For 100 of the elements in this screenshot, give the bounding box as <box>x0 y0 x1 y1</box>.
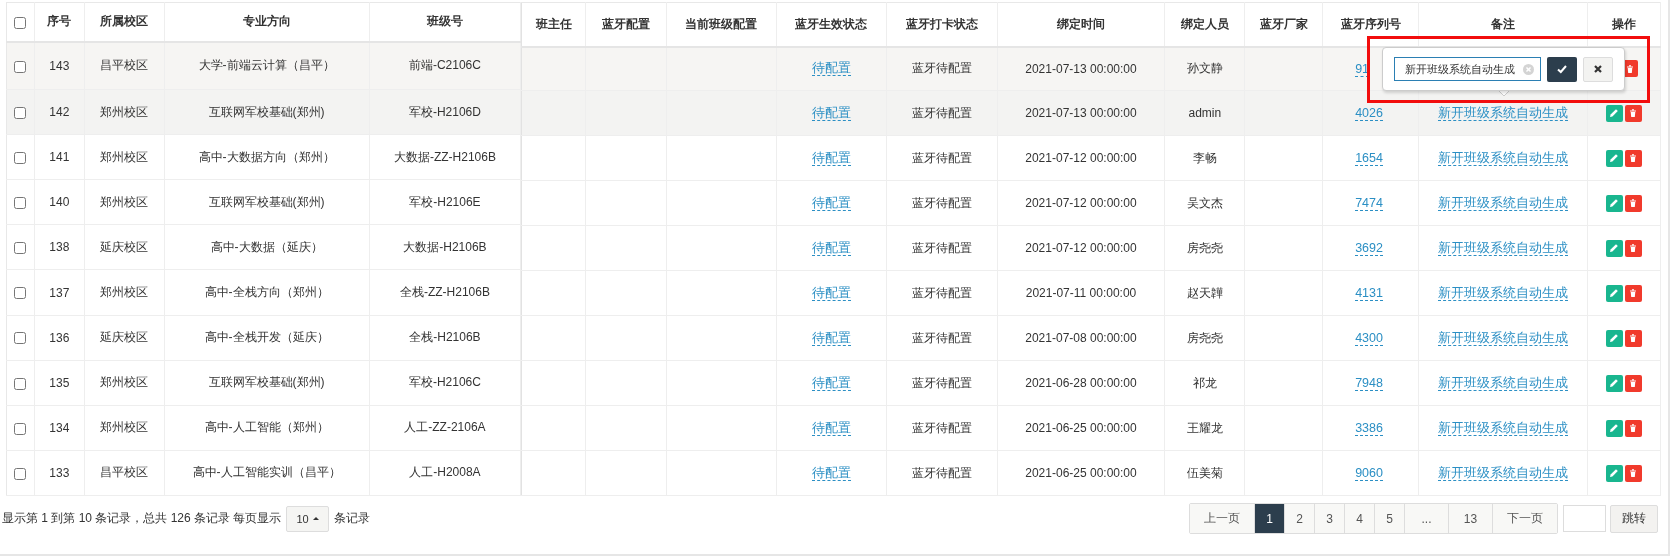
table-cell: 2021-07-13 00:00:00 <box>997 46 1165 91</box>
page-size-dropdown[interactable]: 10 <box>286 505 329 532</box>
edit-button[interactable] <box>1606 239 1623 257</box>
serial-link[interactable]: 3386 <box>1355 421 1383 436</box>
serial-link[interactable]: 4131 <box>1355 286 1383 301</box>
edit-button[interactable] <box>1606 464 1623 482</box>
page-number-field[interactable] <box>1563 505 1606 532</box>
page-button[interactable]: 1 <box>1255 504 1285 533</box>
status-link[interactable]: 待配置 <box>811 465 851 481</box>
delete-button[interactable] <box>1625 149 1642 167</box>
row-checkbox[interactable] <box>14 60 27 73</box>
edit-button[interactable] <box>1606 284 1623 302</box>
remark-link[interactable]: 新开班级系统自动生成 <box>1438 150 1568 166</box>
status-link[interactable]: 待配置 <box>811 240 851 256</box>
trash-icon <box>1628 288 1639 298</box>
select-all-checkbox[interactable] <box>14 16 27 29</box>
page-button[interactable]: 3 <box>1315 504 1345 533</box>
serial-link[interactable]: 9060 <box>1355 466 1383 481</box>
status-link[interactable]: 待配置 <box>811 285 851 301</box>
status-link[interactable]: 待配置 <box>811 61 851 77</box>
edit-button[interactable] <box>1606 149 1623 167</box>
pencil-icon <box>1609 333 1620 343</box>
row-checkbox[interactable] <box>14 422 27 435</box>
edit-button[interactable] <box>1606 419 1623 437</box>
page-button[interactable]: 5 <box>1375 504 1405 533</box>
trash-icon <box>1628 378 1639 388</box>
status-link[interactable]: 待配置 <box>811 195 851 211</box>
remark-link[interactable]: 新开班级系统自动生成 <box>1438 240 1568 256</box>
row-checkbox[interactable] <box>14 152 27 165</box>
table-cell: 延庆校区 <box>84 315 165 361</box>
next-page-button[interactable]: 下一页 <box>1493 504 1557 533</box>
pencil-icon <box>1609 108 1620 118</box>
cancel-button[interactable] <box>1583 56 1613 82</box>
trash-icon <box>1628 333 1639 343</box>
column-header: 当前班级配置 <box>666 2 777 47</box>
remark-link[interactable]: 新开班级系统自动生成 <box>1438 330 1568 346</box>
row-checkbox[interactable] <box>14 242 27 255</box>
previous-page-button[interactable]: 上一页 <box>1190 504 1255 533</box>
record-info: 显示第 1 到第 10 条记录，总共 126 条记录 每页显示 <box>2 510 282 527</box>
status-link[interactable]: 待配置 <box>811 375 851 391</box>
record-suffix: 条记录 <box>333 510 370 527</box>
delete-button[interactable] <box>1625 464 1642 482</box>
remark-link[interactable]: 新开班级系统自动生成 <box>1438 465 1568 481</box>
check-icon <box>1557 64 1568 74</box>
jump-button[interactable]: 跳转 <box>1610 504 1658 533</box>
row-checkbox[interactable] <box>14 377 27 390</box>
row-checkbox[interactable] <box>14 287 27 300</box>
serial-link[interactable]: 1654 <box>1355 151 1383 166</box>
table-cell: 人工-ZZ-2106A <box>369 405 521 451</box>
remark-link[interactable]: 新开班级系统自动生成 <box>1438 375 1568 391</box>
delete-button[interactable] <box>1625 104 1642 122</box>
serial-link[interactable]: 7948 <box>1355 376 1383 391</box>
page-button[interactable]: 13 <box>1449 504 1493 533</box>
table-cell: 昌平校区 <box>84 450 165 496</box>
edit-button[interactable] <box>1606 374 1623 392</box>
delete-button[interactable] <box>1625 239 1642 257</box>
edit-button[interactable] <box>1606 329 1623 347</box>
serial-link[interactable]: 91 <box>1355 61 1370 77</box>
table-cell: 大学-前端云计算（昌平） <box>164 41 369 90</box>
status-link[interactable]: 待配置 <box>811 420 851 436</box>
table-cell: 军校-H2106E <box>369 179 521 225</box>
page-button[interactable]: ... <box>1405 504 1449 533</box>
column-header: 蓝牙厂家 <box>1244 2 1323 47</box>
table-cell: 蓝牙待配置 <box>886 225 998 271</box>
status-link[interactable]: 待配置 <box>811 330 851 346</box>
delete-button[interactable] <box>1625 374 1642 392</box>
confirm-button[interactable] <box>1547 56 1578 82</box>
table-cell: 2021-07-13 00:00:00 <box>997 90 1165 136</box>
table-cell: 高中-全栈方向（郑州） <box>164 270 369 316</box>
remark-link[interactable]: 新开班级系统自动生成 <box>1438 420 1568 436</box>
serial-link[interactable]: 4026 <box>1355 106 1383 121</box>
table-cell: 137 <box>34 270 85 316</box>
edit-button[interactable] <box>1606 194 1623 212</box>
remark-link[interactable]: 新开班级系统自动生成 <box>1438 195 1568 211</box>
table-cell: 136 <box>34 315 85 361</box>
row-checkbox[interactable] <box>14 332 27 345</box>
page-button[interactable]: 2 <box>1285 504 1315 533</box>
delete-button[interactable] <box>1625 419 1642 437</box>
delete-button[interactable] <box>1625 194 1642 212</box>
column-header: 蓝牙生效状态 <box>776 2 887 47</box>
table-cell: 房尧尧 <box>1164 315 1245 361</box>
row-checkbox[interactable] <box>14 107 27 120</box>
row-checkbox[interactable] <box>14 467 27 480</box>
row-checkbox[interactable] <box>14 197 27 210</box>
table-cell: 全栈-ZZ-H2106B <box>369 270 521 316</box>
delete-button[interactable] <box>1625 284 1642 302</box>
remark-link[interactable]: 新开班级系统自动生成 <box>1438 285 1568 301</box>
serial-link[interactable]: 4300 <box>1355 331 1383 346</box>
serial-link[interactable]: 3692 <box>1355 241 1383 256</box>
status-link[interactable]: 待配置 <box>811 105 851 121</box>
status-link[interactable]: 待配置 <box>811 150 851 166</box>
page-button[interactable]: 4 <box>1345 504 1375 533</box>
delete-button[interactable] <box>1625 329 1642 347</box>
remark-field[interactable]: 新开班级系统自动生成 <box>1394 57 1542 81</box>
table-cell: 郑州校区 <box>84 134 165 180</box>
serial-link[interactable]: 7474 <box>1355 196 1383 211</box>
table-cell: 142 <box>34 89 85 135</box>
table-cell: 郑州校区 <box>84 360 165 406</box>
table-cell: 蓝牙待配置 <box>886 90 998 136</box>
edit-button[interactable] <box>1606 104 1623 122</box>
